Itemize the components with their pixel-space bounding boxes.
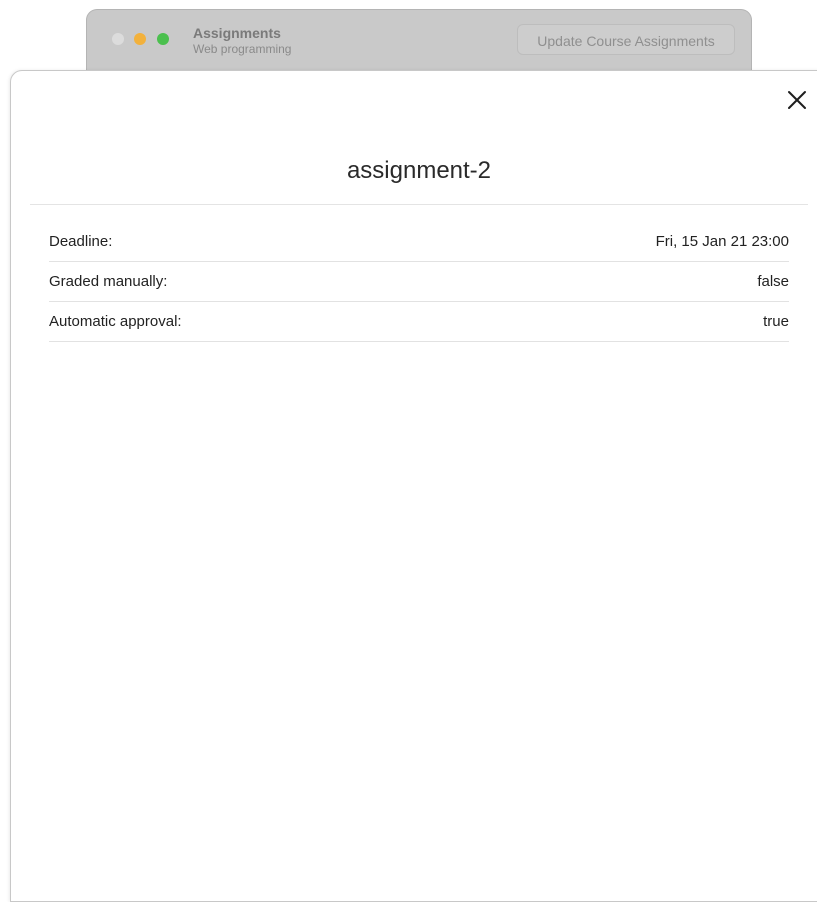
window-subtitle: Web programming [193,42,292,56]
detail-value: false [757,273,789,290]
close-icon [788,91,806,109]
title-divider [30,204,808,205]
window-maximize-button[interactable] [157,33,169,45]
detail-row-graded-manually: Graded manually: false [49,262,789,302]
window-minimize-button[interactable] [134,33,146,45]
detail-row-deadline: Deadline: Fri, 15 Jan 21 23:00 [49,222,789,262]
detail-value: Fri, 15 Jan 21 23:00 [655,233,789,250]
update-course-assignments-button[interactable]: Update Course Assignments [517,24,735,55]
detail-value: true [763,313,789,330]
assignment-detail-sheet [10,70,817,902]
window-title: Assignments [193,25,281,41]
assignment-details-list: Deadline: Fri, 15 Jan 21 23:00 Graded ma… [49,222,789,342]
detail-row-automatic-approval: Automatic approval: true [49,302,789,342]
close-sheet-button[interactable] [785,88,809,112]
detail-label: Automatic approval: [49,313,182,330]
window-close-button[interactable] [112,33,124,45]
sheet-title: assignment-2 [346,157,492,184]
detail-label: Deadline: [49,233,113,250]
detail-label: Graded manually: [49,273,168,290]
